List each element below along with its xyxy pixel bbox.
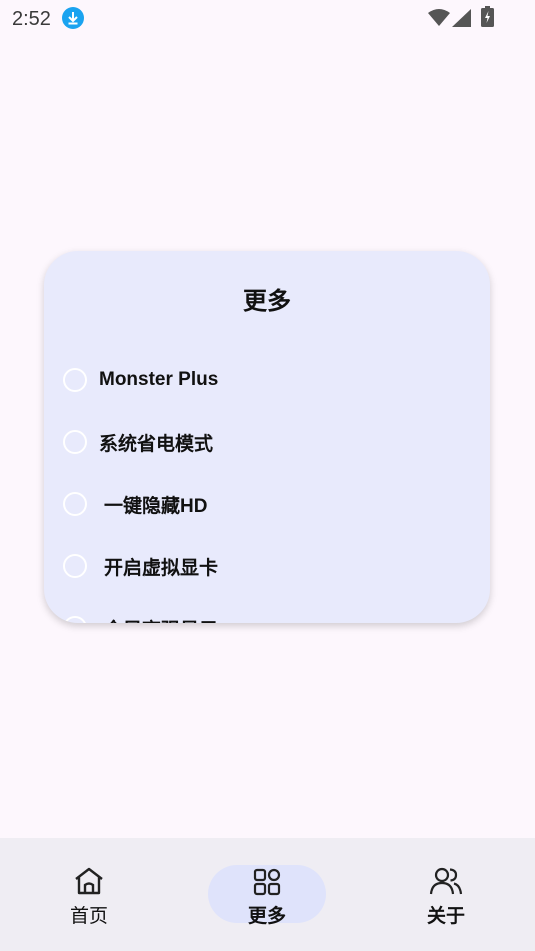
- radio-button[interactable]: [63, 430, 87, 454]
- option-monster-plus[interactable]: Monster Plus: [63, 363, 218, 397]
- dialog-title: 更多: [243, 288, 291, 315]
- people-icon: [429, 866, 463, 901]
- status-bar: 2:52: [0, 0, 535, 36]
- download-notification-icon: [62, 7, 84, 29]
- cell-signal-icon: [452, 9, 471, 32]
- battery-icon: [481, 6, 494, 32]
- radio-button[interactable]: [63, 492, 87, 516]
- option-virtual-gpu[interactable]: 开启虚拟显卡: [63, 549, 218, 583]
- more-dialog: 更多 Monster Plus 系统省电模式 一键隐藏HD 开启虚拟显卡 全局高…: [44, 251, 490, 623]
- option-hide-hd[interactable]: 一键隐藏HD: [63, 487, 207, 521]
- nav-item-more[interactable]: 更多: [178, 838, 356, 951]
- option-power-saving[interactable]: 系统省电模式: [63, 425, 213, 459]
- option-list[interactable]: Monster Plus 系统省电模式 一键隐藏HD 开启虚拟显卡 全局高强显示: [44, 359, 490, 623]
- grid-icon: [253, 868, 281, 901]
- status-time: 2:52: [12, 8, 51, 30]
- radio-button[interactable]: [63, 368, 87, 392]
- option-label: 开启虚拟显卡: [104, 557, 219, 579]
- option-label: 全局高强显示: [104, 615, 218, 624]
- option-label: 一键隐藏HD: [104, 495, 208, 517]
- option-label: Monster Plus: [99, 369, 219, 390]
- radio-button[interactable]: [63, 554, 87, 578]
- home-icon: [73, 866, 105, 901]
- wifi-icon: [428, 9, 450, 32]
- nav-item-home[interactable]: 首页: [0, 838, 178, 951]
- option-global-display[interactable]: 全局高强显示: [63, 611, 218, 623]
- nav-label-home: 首页: [69, 906, 108, 927]
- nav-label-about: 关于: [426, 906, 465, 927]
- radio-button[interactable]: [63, 616, 87, 623]
- bottom-navigation: 首页 更多 关于: [0, 838, 535, 951]
- nav-item-about[interactable]: 关于: [357, 838, 535, 951]
- nav-label-more: 更多: [247, 906, 286, 927]
- option-label: 系统省电模式: [99, 433, 214, 455]
